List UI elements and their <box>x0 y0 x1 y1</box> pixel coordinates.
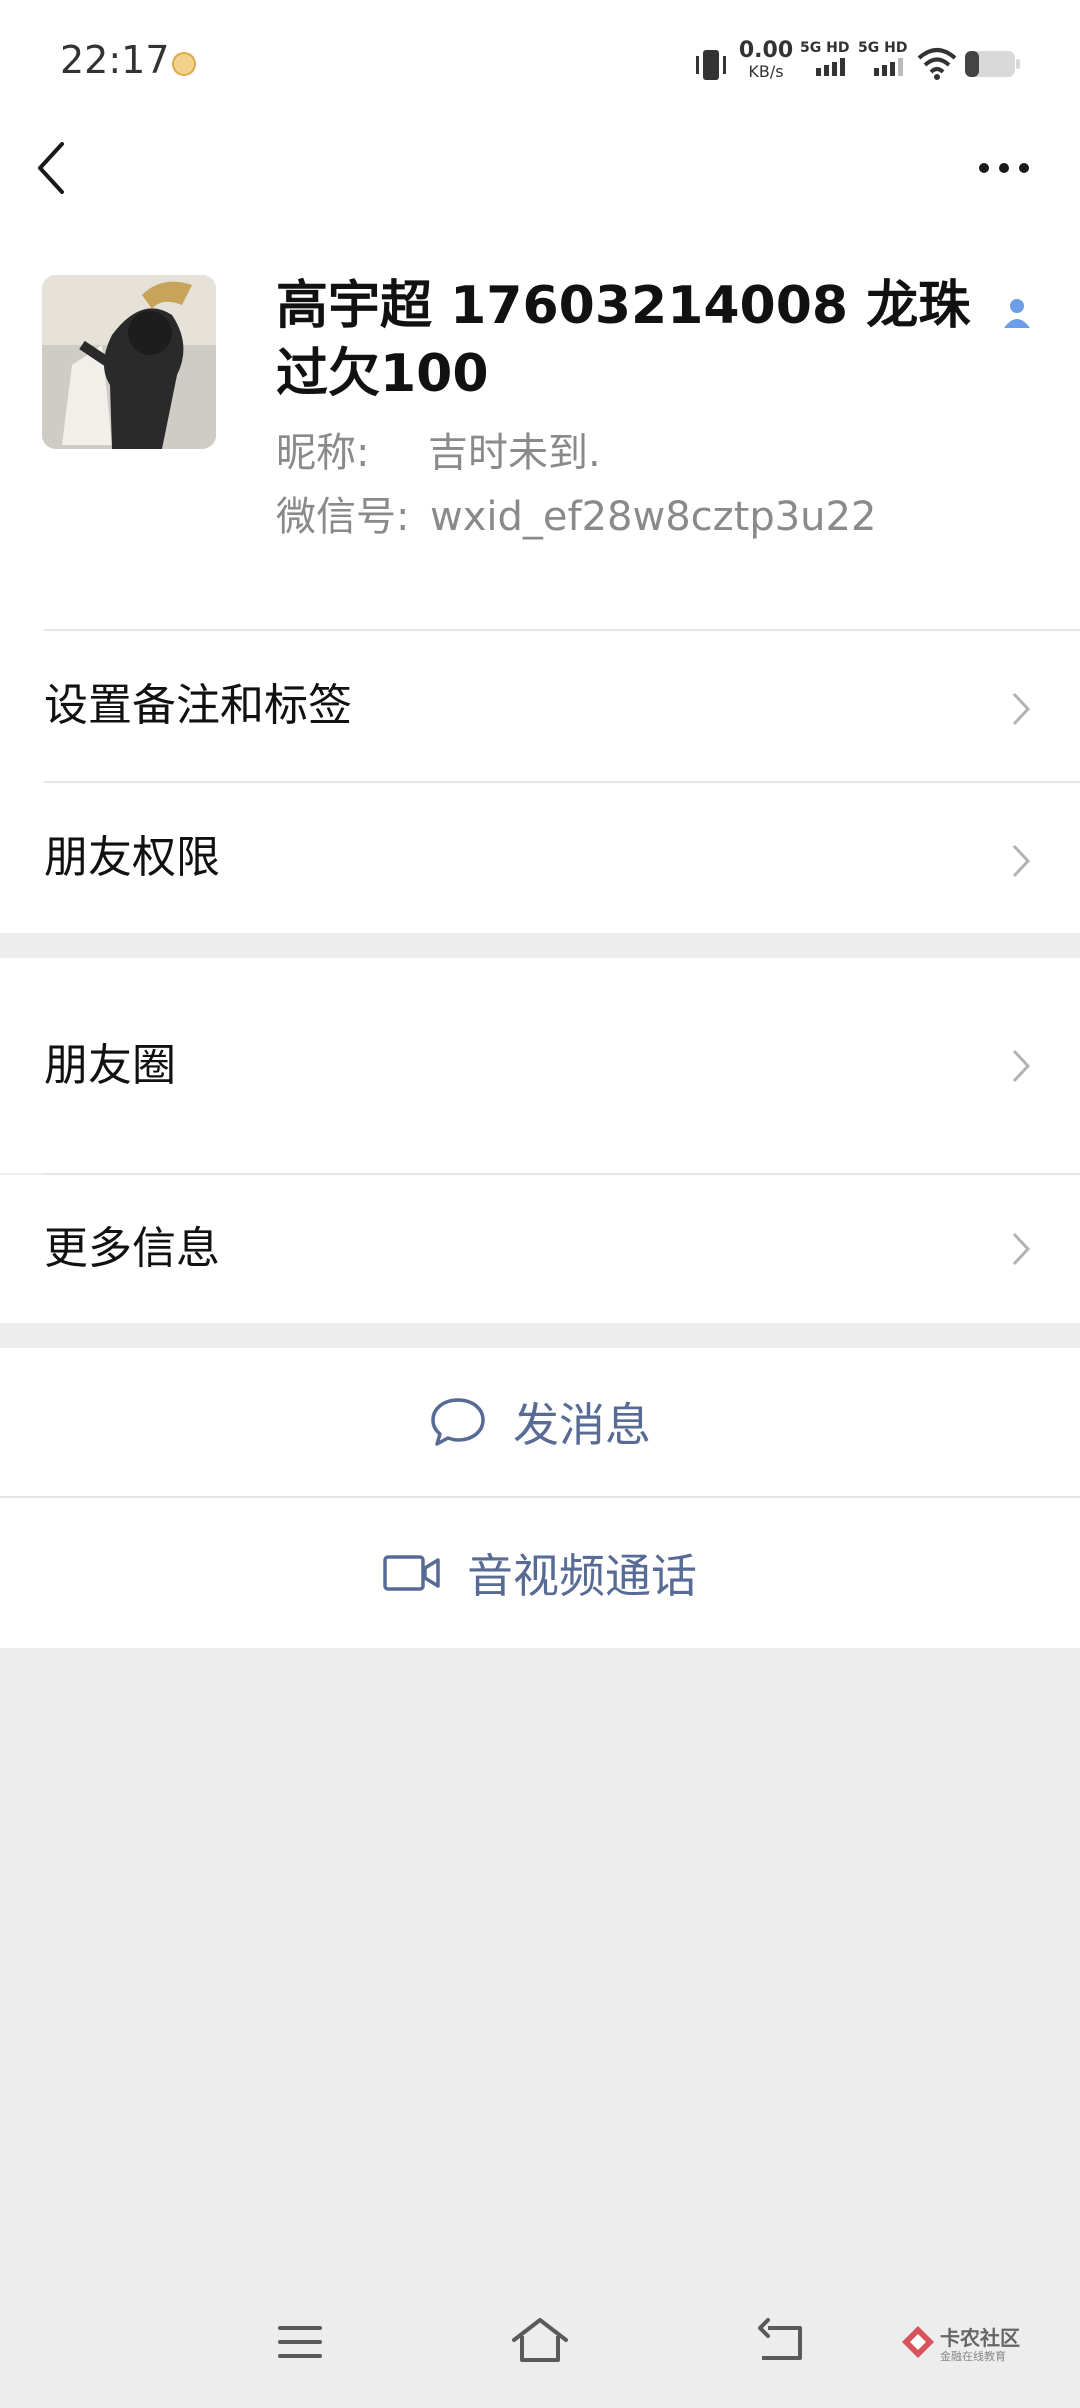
back-nav-icon[interactable] <box>754 2318 810 2364</box>
nickname-value: 吉时未到. <box>428 430 601 476</box>
vibrate-icon <box>696 50 726 80</box>
back-arrow-icon[interactable] <box>30 138 80 198</box>
row-more-info-label: 更多信息 <box>44 1223 220 1274</box>
nickname-row: 昵称: 吉时未到. <box>276 428 601 478</box>
contact-person-icon <box>1004 299 1030 328</box>
sim1-signal-bars-icon <box>816 58 845 76</box>
row-remark-tags[interactable]: 设置备注和标签 <box>0 631 1080 781</box>
network-speed-value: 0.00 <box>738 38 794 63</box>
more-options-icon[interactable] <box>972 148 1032 188</box>
wechat-id-label: 微信号: <box>276 494 410 540</box>
wechat-id-row: 微信号: wxid_ef28w8cztp3u22 <box>276 492 876 542</box>
row-friend-permissions-label: 朋友权限 <box>44 832 220 883</box>
row-remark-tags-label: 设置备注和标签 <box>44 680 352 731</box>
watermark-title: 卡农社区 <box>940 2326 1020 2350</box>
row-moments-label: 朋友圈 <box>44 1040 176 1091</box>
sim2-signal: 5G HD <box>858 40 908 82</box>
watermark-logo-icon <box>902 2326 934 2358</box>
avatar-image <box>42 275 216 449</box>
network-speed: 0.00 KB/s <box>738 40 794 80</box>
watermark: 卡农社区 金融在线教育 <box>900 2318 1020 2368</box>
menu-icon[interactable] <box>276 2322 324 2362</box>
wechat-id-value: wxid_ef28w8cztp3u22 <box>430 494 877 540</box>
sim2-signal-bars-icon <box>874 58 903 76</box>
notification-face-icon <box>172 52 196 76</box>
av-call-label: 音视频通话 <box>467 1549 697 1603</box>
chevron-right-icon <box>1012 1232 1031 1266</box>
nickname-label: 昵称: <box>276 430 370 476</box>
row-moments[interactable]: 朋友圈 <box>0 958 1080 1173</box>
sim1-label: 5G HD <box>800 40 850 56</box>
sim1-signal: 5G HD <box>800 40 850 82</box>
chevron-right-icon <box>1012 1049 1031 1083</box>
display-name: 高宇超 17603214008 龙珠过欠100 <box>276 276 971 404</box>
row-more-info[interactable]: 更多信息 <box>0 1175 1080 1323</box>
row-friend-permissions[interactable]: 朋友权限 <box>0 783 1080 933</box>
status-time: 22:17 <box>60 38 170 82</box>
send-message-label: 发消息 <box>513 1398 651 1452</box>
sim2-label: 5G HD <box>858 40 908 56</box>
battery-icon <box>965 51 1020 77</box>
chevron-right-icon <box>1012 844 1031 878</box>
av-call-button[interactable]: 音视频通话 <box>0 1498 1080 1648</box>
chat-bubble-icon <box>431 1398 485 1446</box>
avatar[interactable] <box>42 275 216 449</box>
watermark-subtitle: 金融在线教育 <box>940 2350 1006 2363</box>
home-icon[interactable] <box>508 2314 572 2366</box>
chevron-right-icon <box>1012 692 1031 726</box>
video-camera-icon <box>383 1555 440 1591</box>
network-speed-unit: KB/s <box>748 62 784 81</box>
send-message-button[interactable]: 发消息 <box>0 1348 1080 1496</box>
wifi-icon <box>917 48 957 80</box>
